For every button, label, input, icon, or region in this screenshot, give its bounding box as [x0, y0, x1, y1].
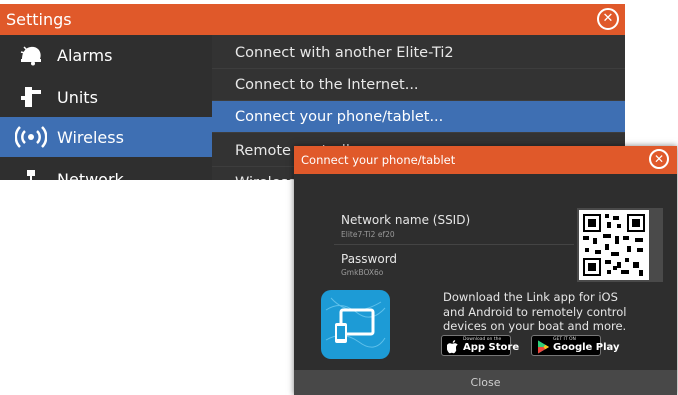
alarm-bell-icon — [14, 35, 48, 75]
network-name-value: Elite7-Ti2 ef20 — [341, 230, 395, 239]
network-name-label: Network name (SSID) — [341, 213, 471, 227]
sidebar-item-network[interactable]: Network — [0, 159, 212, 180]
sidebar-item-label: Alarms — [57, 46, 113, 65]
option-connect-elite[interactable]: Connect with another Elite-Ti2 — [212, 37, 625, 69]
password-value: GmkBOX6o — [341, 268, 384, 277]
settings-title: Settings — [6, 10, 72, 29]
promo-text: Download the Link app for iOS and Androi… — [443, 290, 627, 333]
settings-titlebar: Settings ✕ — [0, 4, 625, 35]
connect-phone-dialog: Connect your phone/tablet ✕ Network name… — [294, 146, 677, 395]
sidebar-item-label: Network — [57, 170, 124, 180]
sidebar-item-units[interactable]: Units — [0, 77, 212, 117]
dialog-titlebar: Connect your phone/tablet ✕ — [294, 146, 677, 174]
dialog-title: Connect your phone/tablet — [301, 153, 456, 167]
app-store-button[interactable]: Download on the App Store — [441, 335, 519, 356]
option-connect-phone[interactable]: Connect your phone/tablet... — [212, 101, 625, 133]
google-play-label: Google Play — [553, 342, 620, 353]
dialog-close-footer-button[interactable]: Close — [294, 370, 677, 395]
password-label: Password — [341, 252, 398, 266]
units-icon — [14, 77, 48, 117]
apple-icon — [446, 339, 460, 354]
sidebar-item-label: Units — [57, 88, 98, 107]
close-icon: ✕ — [653, 152, 665, 166]
network-icon — [14, 159, 48, 180]
sidebar-item-wireless[interactable]: Wireless — [0, 117, 220, 157]
google-play-icon — [537, 339, 550, 354]
option-connect-internet[interactable]: Connect to the Internet... — [212, 69, 625, 101]
app-store-label: App Store — [463, 342, 520, 353]
settings-close-button[interactable]: ✕ — [597, 8, 619, 30]
qr-code-icon — [579, 210, 649, 280]
qr-code-panel — [577, 208, 663, 282]
sidebar-item-alarms[interactable]: Alarms — [0, 35, 212, 75]
divider — [334, 244, 574, 245]
link-app-icon — [321, 290, 390, 359]
wireless-icon — [14, 117, 48, 157]
settings-sidebar: Alarms Units Wireless Network — [0, 35, 220, 180]
dialog-close-button[interactable]: ✕ — [649, 149, 669, 169]
sidebar-item-label: Wireless — [57, 128, 124, 147]
close-icon: ✕ — [602, 11, 614, 26]
google-play-button[interactable]: GET IT ON Google Play — [531, 335, 620, 356]
